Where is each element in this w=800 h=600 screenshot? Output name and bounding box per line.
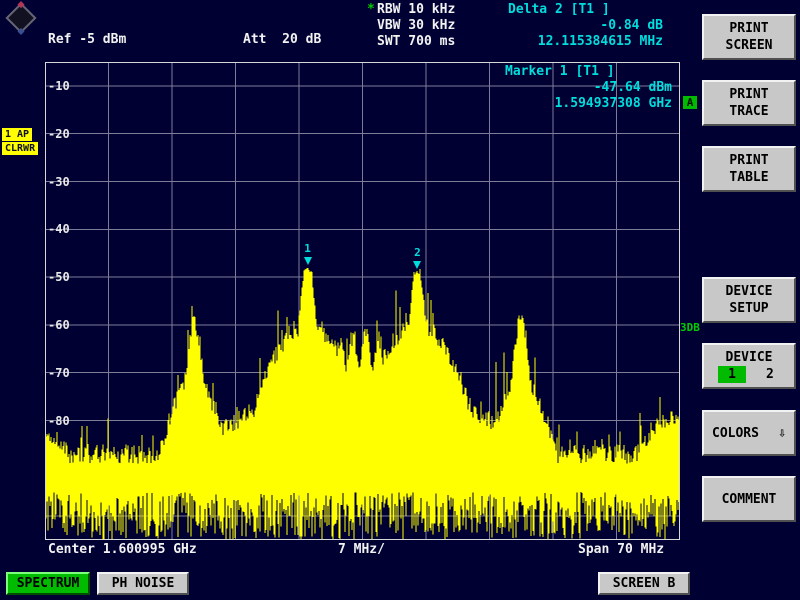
y-axis-label: -50 [48, 270, 70, 284]
softkey-print-table[interactable]: PRINT TABLE [702, 146, 796, 192]
softkey-colors[interactable]: COLORS ⇩ [702, 410, 796, 456]
softkey-comment[interactable]: COMMENT [702, 476, 796, 522]
coupled-function-star: * [367, 3, 375, 17]
marker-2-number: 2 [414, 247, 421, 259]
marker-triangle-icon [413, 261, 421, 269]
delta-marker-frequency: 12.115384615 MHz [508, 35, 663, 49]
attenuation-readout: Att 20 dB [243, 33, 321, 47]
spectrum-analyzer-screen: Ref -5 dBm Att 20 dB * RBW 10 kHz VBW 30… [0, 0, 800, 600]
softkey-label: COMMENT [722, 491, 777, 508]
vbw-readout: VBW 30 kHz [377, 19, 455, 33]
graticule: -10 -20 -30 -40 -50 -60 -70 -80 [45, 62, 680, 540]
softkey-label: SCREEN [726, 37, 773, 54]
span-label: Span 70 MHz [578, 543, 664, 557]
softkey-device-setup[interactable]: DEVICE SETUP [702, 277, 796, 323]
y-axis-label: -20 [48, 127, 70, 141]
y-axis-label: -30 [48, 175, 70, 189]
delta-marker-level: -0.84 dB [508, 19, 663, 33]
softkey-label: COLORS [712, 425, 759, 442]
y-axis-label: -60 [48, 318, 70, 332]
plot-area [45, 62, 680, 540]
per-division-label: 7 MHz/ [338, 543, 385, 557]
marker-readout-title: Marker 1 [T1 ] [505, 65, 615, 79]
trace-mode-number: 1 AP [2, 128, 32, 141]
filter-3db-label: 3DB [680, 321, 700, 335]
marker-1-symbol: 1 [303, 243, 313, 265]
softkey-label: TABLE [729, 169, 768, 186]
y-axis-label: -10 [48, 79, 70, 93]
device-toggle: 1 2 [718, 366, 780, 383]
softkey-label: TRACE [729, 103, 768, 120]
marker-triangle-icon [304, 257, 312, 265]
softkey-label: SETUP [729, 300, 768, 317]
softkey-label: PRINT [729, 20, 768, 37]
y-axis-label: -40 [48, 222, 70, 236]
ph-noise-mode-button[interactable]: PH NOISE [97, 572, 189, 595]
ref-level-readout: Ref -5 dBm [48, 33, 126, 47]
rbw-readout: RBW 10 kHz [377, 3, 455, 17]
softkey-label: DEVICE [726, 283, 773, 300]
trace-mode-detector: CLRWR [2, 142, 38, 155]
softkey-label: DEVICE [726, 349, 773, 366]
softkey-print-screen[interactable]: PRINT SCREEN [702, 14, 796, 60]
marker-readout-level: -47.64 dBm [505, 81, 672, 95]
y-axis-label: -70 [48, 366, 70, 380]
spectrum-mode-button[interactable]: SPECTRUM [6, 572, 90, 595]
screen-a-badge: A [683, 96, 697, 109]
softkey-device-select[interactable]: DEVICE 1 2 [702, 343, 796, 389]
logo-accent-2 [17, 28, 24, 35]
device-option-2[interactable]: 2 [760, 366, 780, 383]
softkey-print-trace[interactable]: PRINT TRACE [702, 80, 796, 126]
marker-readout-frequency: 1.594937308 GHz [505, 97, 672, 111]
marker-2-symbol: 2 [412, 247, 422, 269]
down-arrow-icon: ⇩ [778, 425, 786, 442]
swt-readout: SWT 700 ms [377, 35, 455, 49]
device-option-1-selected[interactable]: 1 [718, 366, 746, 383]
logo-accent [17, 1, 24, 8]
delta-marker-title: Delta 2 [T1 ] [508, 3, 610, 17]
softkey-label: PRINT [729, 86, 768, 103]
rs-logo [5, 2, 36, 33]
center-frequency-label: Center 1.600995 GHz [48, 543, 197, 557]
screen-b-button[interactable]: SCREEN B [598, 572, 690, 595]
marker-1-number: 1 [304, 243, 311, 255]
y-axis-label: -80 [48, 414, 70, 428]
softkey-label: PRINT [729, 152, 768, 169]
